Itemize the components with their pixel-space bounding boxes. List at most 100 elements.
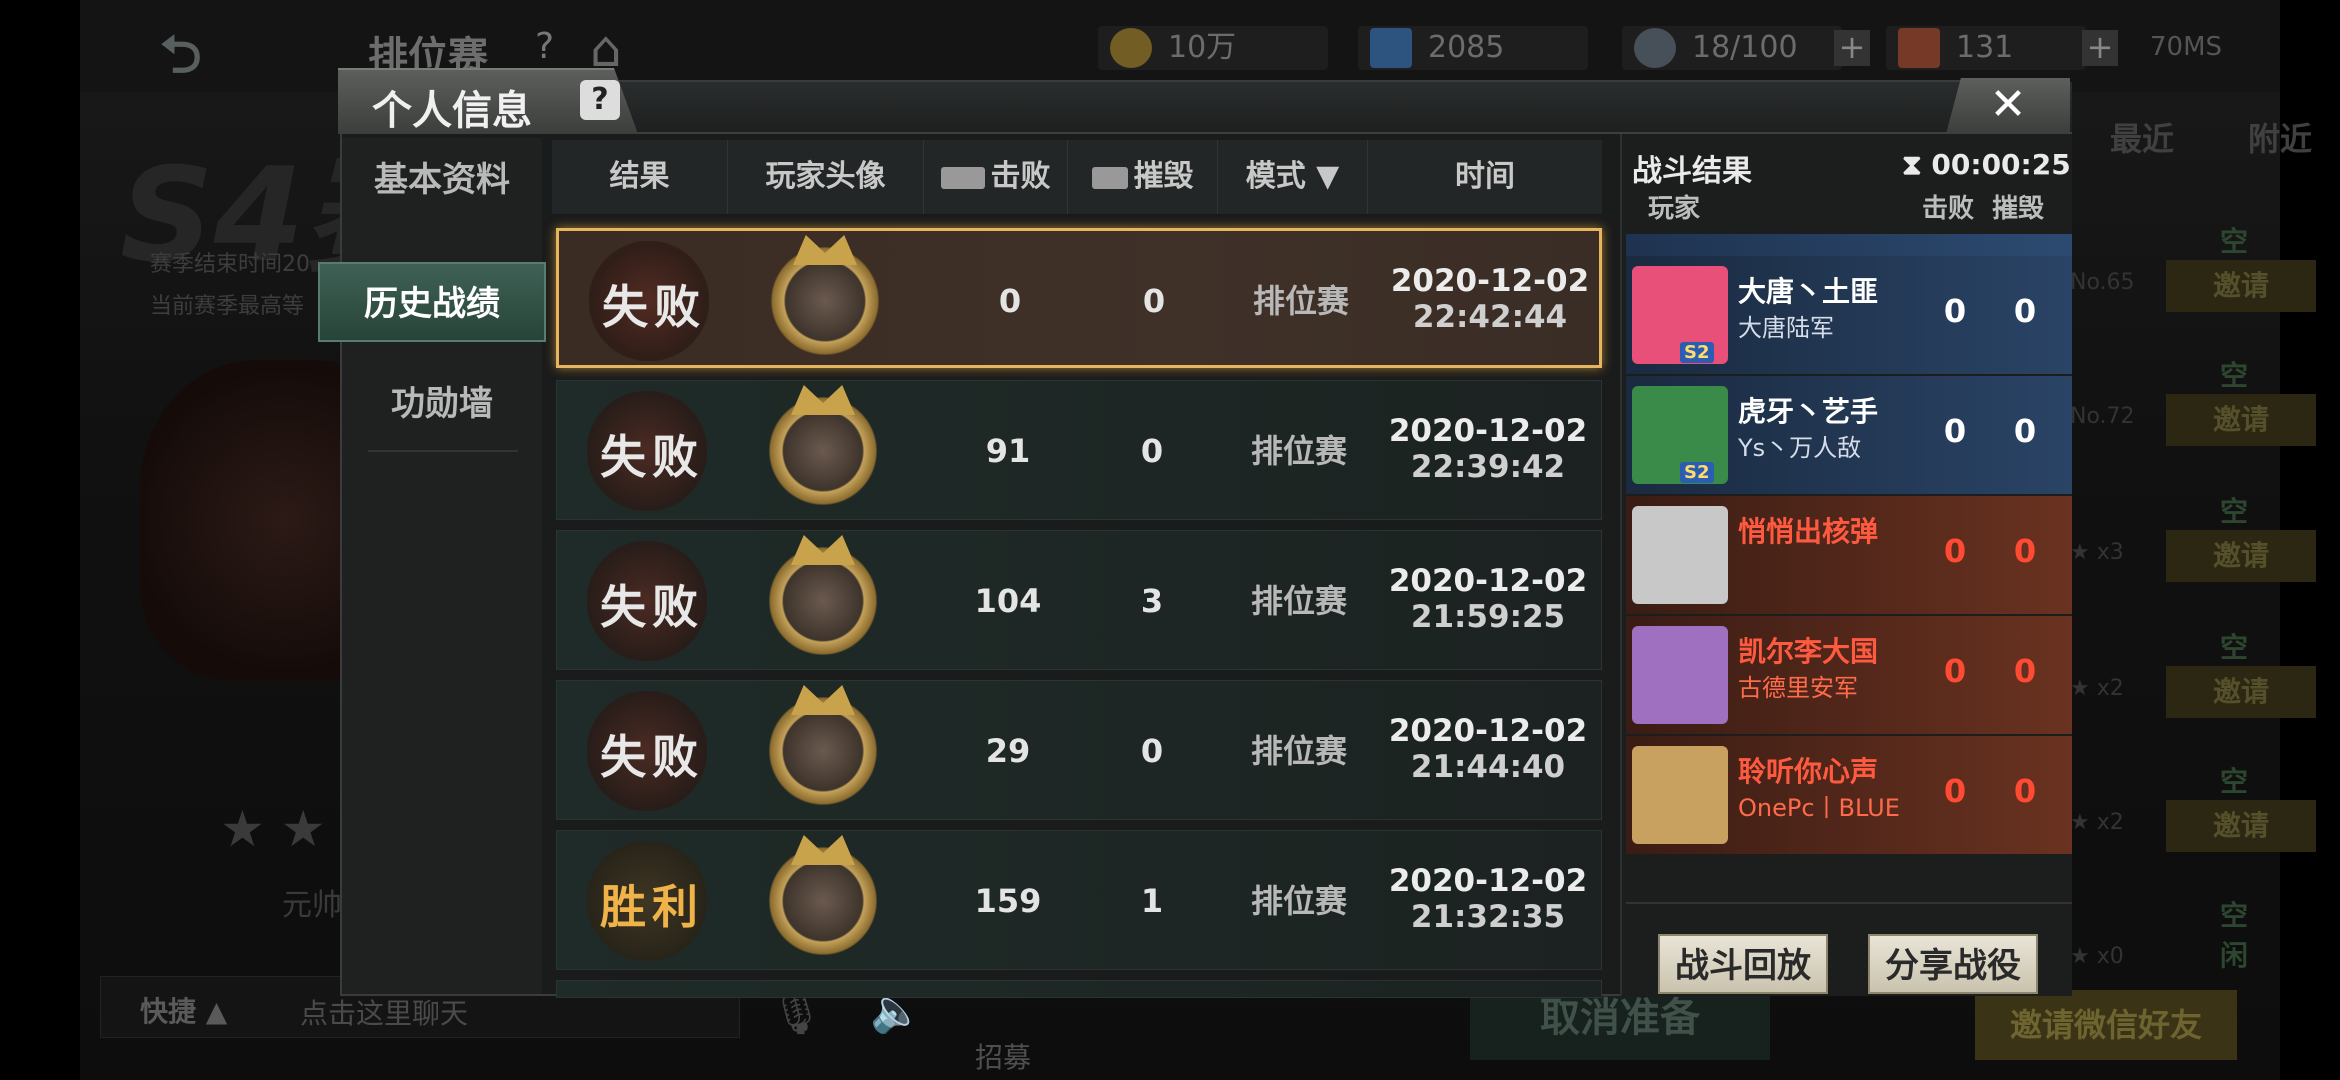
tab-recent[interactable]: 最近 — [2110, 114, 2174, 160]
tab-nearby[interactable]: 附近 — [2248, 114, 2312, 160]
share-battle-button[interactable]: 分享战役 — [1868, 934, 2038, 994]
history-row[interactable]: 胜利 159 1 排位赛 2020-12-02 21:32:35 — [556, 830, 1602, 970]
player-row[interactable]: S2 大唐丶土匪 大唐陆军 0 0 — [1626, 256, 2072, 374]
tank-icon — [940, 166, 985, 189]
slot-invite-button[interactable]: 邀请 — [2166, 666, 2316, 718]
player-avatar — [761, 539, 885, 663]
gold-coin-icon — [1110, 28, 1152, 68]
energy-resource: 18/100 — [1622, 26, 1842, 70]
row-result: 失败 — [600, 430, 704, 484]
nav-basic-info[interactable]: 基本资料 — [342, 140, 542, 220]
player-clan: OnePc丨BLUE — [1738, 794, 1900, 822]
dialog-title-tab: 个人信息 ? — [338, 68, 638, 134]
ticket-value: 131 — [1956, 30, 2014, 65]
team-slot: 空闲 ★ x0 — [2070, 894, 2270, 972]
history-row[interactable]: 失败 104 3 排位赛 2020-12-02 21:59:25 — [556, 530, 1602, 670]
add-ticket-button[interactable]: + — [2082, 30, 2118, 66]
personal-info-dialog: 个人信息 ? ✕ 基本资料 历史战绩 功勋墙 结果 玩家头像 击败 摧毁 模式 … — [318, 68, 2072, 998]
battle-timer: ⧗ 00:00:25 — [1902, 148, 2071, 181]
player-clan: Ys丶万人敌 — [1738, 434, 1862, 462]
row-date: 2020-12-02 — [1388, 413, 1588, 449]
invite-wechat-button[interactable]: 邀请微信好友 — [1975, 990, 2237, 1060]
battle-result-title: 战斗结果 — [1632, 154, 1752, 189]
back-arrow-icon[interactable]: ⮌ — [160, 16, 250, 85]
row-time: 22:39:42 — [1410, 449, 1566, 485]
row-result: 失败 — [602, 280, 706, 334]
gold-value: 10万 — [1168, 30, 1237, 65]
player-name: 虎牙丶艺手 — [1738, 395, 1879, 428]
rank-badge: S2 — [1680, 342, 1714, 363]
player-destroy: 0 — [2013, 652, 2037, 690]
mode-help-icon[interactable]: ? — [535, 26, 554, 67]
add-energy-button[interactable]: + — [1834, 30, 1870, 66]
nav-history[interactable]: 历史战绩 — [318, 262, 546, 342]
player-avatar — [761, 689, 885, 813]
row-destroy: 1 — [1140, 882, 1164, 920]
col-kills: 击败 — [1922, 194, 1975, 224]
player-clan: 古德里安军 — [1738, 674, 1858, 702]
row-time: 21:44:40 — [1410, 749, 1566, 785]
team-slot: 空闲 邀请 ★ x2 — [2070, 626, 2316, 756]
row-mode: 排位赛 — [1250, 732, 1347, 770]
dialog-sidebar: 基本资料 历史战绩 功勋墙 — [318, 138, 546, 994]
player-row[interactable]: 悄悄出核弹 0 0 — [1626, 496, 2072, 614]
close-button[interactable]: ✕ — [1946, 78, 2070, 134]
player-kills: 0 — [1943, 292, 1967, 330]
row-result: 失败 — [600, 580, 704, 634]
header-kills-label: 击败 — [990, 159, 1051, 194]
row-date: 2020-12-02 — [1390, 263, 1590, 299]
row-mode: 排位赛 — [1250, 582, 1347, 620]
player-list-top-strip — [1626, 234, 2072, 258]
row-destroy: 3 — [1140, 582, 1164, 620]
row-result: 失败 — [600, 730, 704, 784]
panel-divider — [1626, 902, 2072, 904]
history-row[interactable]: 失败 91 0 排位赛 2020-12-02 22:39:42 — [556, 380, 1602, 520]
header-result: 结果 — [552, 140, 728, 214]
slot-idle-label: 空闲 — [2220, 899, 2249, 972]
row-kills: 29 — [985, 732, 1031, 770]
diamond-value: 2085 — [1428, 30, 1505, 65]
slot-invite-button[interactable]: 邀请 — [2166, 260, 2316, 312]
help-icon[interactable]: ? — [580, 80, 620, 120]
header-kills: 击败 — [924, 140, 1068, 214]
header-mode-filter[interactable]: 模式 ▼ — [1218, 140, 1368, 214]
history-row[interactable]: 失败 0 0 排位赛 2020-12-02 22:42:44 — [556, 228, 1602, 368]
energy-value: 18/100 — [1692, 30, 1798, 65]
nav-merit-wall[interactable]: 功勋墙 — [342, 364, 542, 444]
col-player: 玩家 — [1648, 194, 1701, 224]
season-end-text: 赛季结束时间20 — [150, 252, 310, 277]
player-kills: 0 — [1943, 772, 1967, 810]
row-date: 2020-12-02 — [1388, 563, 1588, 599]
history-row-partial — [556, 980, 1602, 998]
battle-result-panel: 战斗结果 ⧗ 00:00:25 玩家 击败 摧毁 S2 大唐丶土匪 大唐陆军 0… — [1620, 134, 2072, 996]
slot-info: ★ x3 — [2070, 540, 2124, 565]
slot-invite-button[interactable]: 邀请 — [2166, 394, 2316, 446]
player-row[interactable]: 聆听你心声 OnePc丨BLUE 0 0 — [1626, 736, 2072, 854]
gold-resource: 10万 — [1098, 26, 1328, 70]
header-avatar: 玩家头像 — [728, 140, 924, 214]
team-slot: 空闲 邀请 No.65 — [2070, 220, 2316, 350]
row-datetime: 2020-12-02 21:32:35 — [1377, 863, 1599, 935]
player-destroy: 0 — [2013, 412, 2037, 450]
slot-invite-button[interactable]: 邀请 — [2166, 800, 2316, 852]
latency-text: 70MS — [2150, 32, 2223, 62]
player-avatar — [761, 839, 885, 963]
player-row[interactable]: S2 虎牙丶艺手 Ys丶万人敌 0 0 — [1626, 376, 2072, 494]
slot-info: ★ x0 — [2070, 944, 2124, 969]
chat-quick-button[interactable]: 快捷 ▲ — [140, 990, 227, 1030]
player-name: 凯尔李大国 — [1738, 635, 1879, 668]
row-kills: 159 — [974, 882, 1042, 920]
battle-replay-button[interactable]: 战斗回放 — [1658, 934, 1828, 994]
player-row[interactable]: 凯尔李大国 古德里安军 0 0 — [1626, 616, 2072, 734]
row-datetime: 2020-12-02 22:39:42 — [1377, 413, 1599, 485]
chat-input[interactable]: 点击这里聊天 — [300, 992, 468, 1032]
energy-icon — [1634, 28, 1676, 68]
season-best-text: 当前赛季最高等 — [150, 294, 305, 319]
slot-invite-button[interactable]: 邀请 — [2166, 530, 2316, 582]
row-result: 胜利 — [600, 880, 704, 934]
recruit-button[interactable]: 招募 — [975, 1036, 1031, 1076]
history-row[interactable]: 失败 29 0 排位赛 2020-12-02 21:44:40 — [556, 680, 1602, 820]
slot-info: No.72 — [2070, 404, 2135, 429]
player-kills: 0 — [1943, 652, 1967, 690]
history-table-header: 结果 玩家头像 击败 摧毁 模式 ▼ 时间 — [552, 140, 1602, 214]
